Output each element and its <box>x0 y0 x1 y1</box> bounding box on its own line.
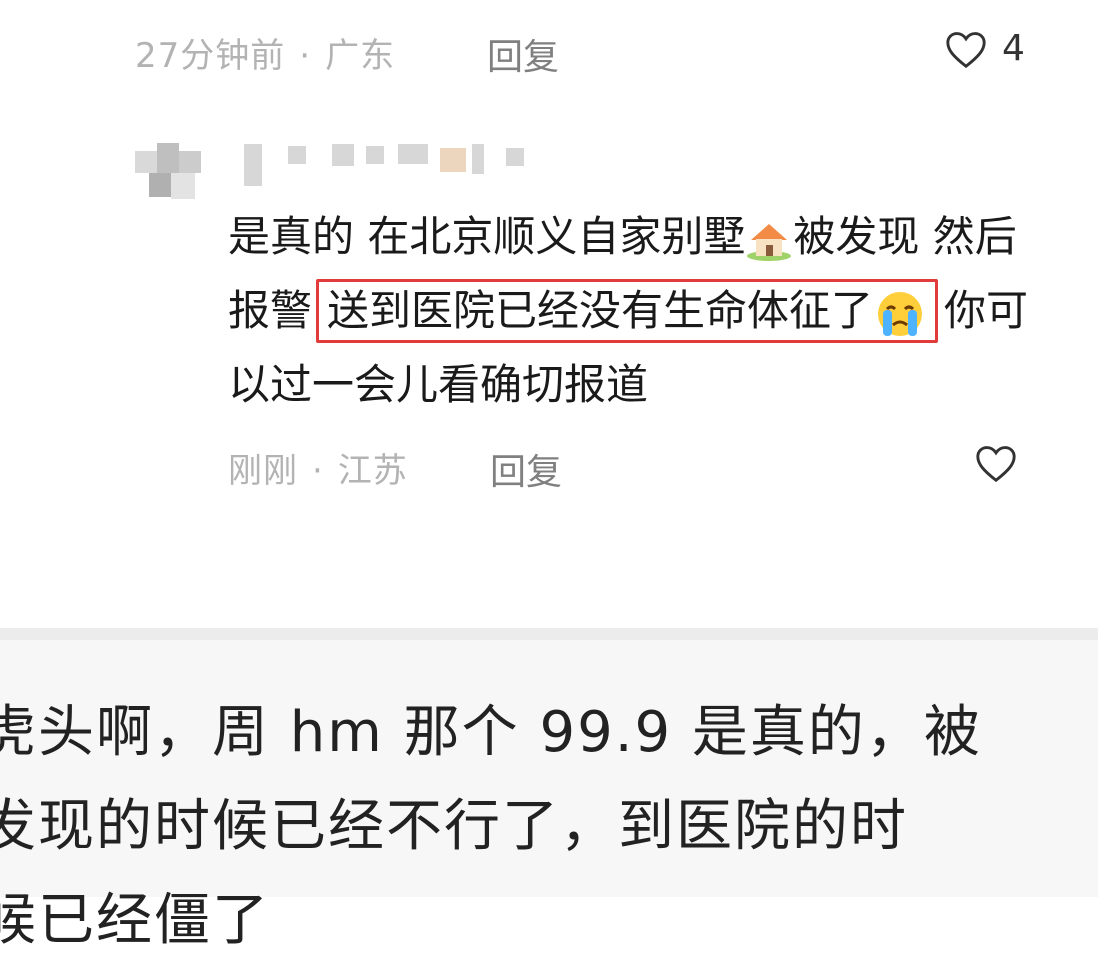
comment-time: 刚刚 <box>228 451 298 491</box>
comment-reply-button[interactable]: 回复 <box>490 443 562 495</box>
comment-text: 被发现 然后 <box>793 212 1017 261</box>
meta-separator: · <box>299 36 312 76</box>
comment-text: 你可 <box>944 286 1029 335</box>
post-section: 虎头啊，周 hm 那个 99.9 是真的，被 发现的时候已经不行了，到医院的时 … <box>0 640 1098 953</box>
highlight-text: 送到医院已经没有生命体征了 <box>327 286 874 335</box>
heart-outline-icon <box>976 446 1016 483</box>
comment-line-2: 报警 送到医院已经没有生命体征了 你可 <box>228 274 1028 348</box>
comment-meta: 刚刚 · 江苏 <box>228 443 408 492</box>
avatar[interactable] <box>135 143 201 209</box>
top-comment-location: 广东 <box>325 36 396 76</box>
heart-outline-icon <box>946 31 986 68</box>
commenter-name-blurred <box>240 140 530 188</box>
section-divider <box>0 628 1098 640</box>
meta-separator: · <box>312 451 324 491</box>
top-comment-like-button[interactable]: 4 <box>944 28 1025 69</box>
comment-location: 江苏 <box>337 451 408 491</box>
post-line-3: 候已经僵了 <box>0 888 270 953</box>
top-comment-meta: 27分钟前 · 广东 <box>135 28 395 77</box>
highlighted-text: 送到医院已经没有生命体征了 <box>316 279 939 343</box>
comment-like-button[interactable] <box>974 443 1018 487</box>
crying-face-emoji <box>878 291 923 336</box>
house-emoji <box>747 223 792 261</box>
comment-body: 是真的 在北京顺义自家别墅 被发现 然后 报警 送到医院已经没有生命体征了 你可 以过… <box>228 200 1028 422</box>
top-comment-time: 27分钟前 <box>135 36 286 76</box>
comment-text: 是真的 在北京顺义自家别墅 <box>228 212 746 261</box>
post-line-1: 虎头啊，周 hm 那个 99.9 是真的，被 <box>0 700 982 765</box>
post-line-2: 发现的时候已经不行了，到医院的时 <box>0 794 908 859</box>
top-comment-reply-button[interactable]: 回复 <box>487 28 559 80</box>
comment-text: 报警 <box>228 286 313 335</box>
comment-line-3: 以过一会儿看确切报道 <box>228 360 649 409</box>
top-comment-like-count: 4 <box>1002 28 1025 69</box>
comment-line-1: 是真的 在北京顺义自家别墅 被发现 然后 <box>228 200 1028 274</box>
